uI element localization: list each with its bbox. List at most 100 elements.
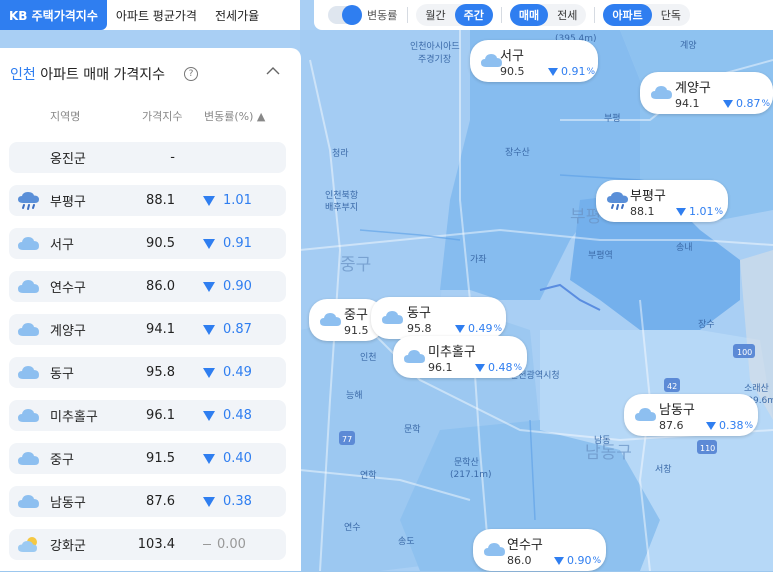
trade-sale-button[interactable]: 매매 [509, 4, 549, 26]
marker-region-name: 부평구 [630, 189, 666, 204]
road-shield-110: 110 [700, 444, 715, 453]
map-label-stadium: 주경기장 [418, 53, 451, 65]
top-tabs: KB 주택가격지수 아파트 평균가격 전세가율 [0, 0, 300, 30]
percent-sign: % [586, 66, 596, 77]
map-label-incheon: 인천 [360, 352, 377, 363]
marker-index: 87.6 [659, 419, 684, 432]
marker-index: 96.1 [428, 361, 453, 374]
marker-change: 0.48% [475, 361, 522, 374]
marker-region-name: 계양구 [675, 81, 711, 96]
map-label-asiad: 인천아시아드 [410, 41, 460, 52]
region-name: 연수구 [50, 281, 86, 296]
trade-jeonse-button[interactable]: 전세 [548, 4, 586, 26]
down-triangle-icon [554, 556, 564, 565]
table-row[interactable]: 연수구 86.0 0.90 [9, 271, 286, 302]
map-label-bupyeong-st: 부평역 [588, 250, 613, 261]
table-row[interactable]: 동구 95.8 0.49 [9, 357, 286, 388]
down-triangle-icon [455, 324, 465, 333]
map-marker[interactable]: 연수구 86.0 0.90% [473, 529, 606, 571]
map-label-north-port2: 배후부지 [325, 202, 358, 213]
map-marker[interactable]: 남동구 87.6 0.38% [624, 394, 758, 436]
region-name: 계양구 [50, 324, 86, 339]
map-marker[interactable]: 서구 90.5 0.91% [470, 40, 598, 82]
percent-sign: % [744, 420, 754, 431]
marker-change-number: 0.87 [736, 97, 761, 110]
price-index: 103.4 [137, 537, 175, 552]
change-value: 0.40 [203, 451, 252, 466]
price-index: 90.5 [146, 236, 175, 251]
map-label-junggu: 중구 [340, 255, 371, 275]
divider [500, 7, 502, 23]
panel-region[interactable]: 인천 [10, 67, 36, 83]
percent-sign: % [592, 555, 602, 566]
chevron-up-icon[interactable] [266, 66, 280, 76]
marker-region-name: 연수구 [507, 538, 543, 553]
toggle-label: 변동률 [367, 9, 398, 22]
map-marker[interactable]: 동구 95.8 0.49% [371, 297, 506, 339]
region-name: 옹진군 [50, 152, 86, 167]
price-index: 94.1 [146, 322, 175, 337]
col-region: 지역명 [50, 110, 81, 123]
change-number: 0.00 [217, 537, 246, 552]
table-row[interactable]: 미추홀구 96.1 0.48 [9, 400, 286, 431]
table-row[interactable]: 부평구 88.1 1.01 [9, 185, 286, 216]
sun-cloud-icon [17, 535, 41, 555]
down-triangle-icon [475, 363, 485, 372]
period-weekly-button[interactable]: 주간 [454, 4, 493, 26]
change-number: 0.38 [223, 494, 252, 509]
down-triangle-icon [203, 324, 215, 335]
down-triangle-icon [203, 453, 215, 464]
change-rate-toggle[interactable]: 변동률 [328, 5, 398, 25]
map-marker[interactable]: 미추홀구 96.1 0.48% [393, 336, 527, 378]
change-number: 0.91 [223, 236, 252, 251]
tab-jeonse-rate[interactable]: 전세가율 [206, 0, 268, 30]
help-icon[interactable]: ? [184, 67, 198, 81]
price-index: 88.1 [146, 193, 175, 208]
table-row[interactable]: 남동구 87.6 0.38 [9, 486, 286, 517]
cloud-icon [402, 347, 428, 367]
type-apartment-button[interactable]: 아파트 [603, 4, 652, 26]
marker-index: 86.0 [507, 554, 532, 567]
type-detached-button[interactable]: 단독 [652, 4, 690, 26]
table-row[interactable]: 강화군 103.4 0.00 [9, 529, 286, 560]
tab-kb-index[interactable]: KB 주택가격지수 [0, 0, 107, 30]
map-marker[interactable]: 부평구 88.1 1.01% [596, 180, 728, 222]
change-value: 0.48 [203, 408, 252, 423]
tab-apt-avg-price[interactable]: 아파트 평균가격 [107, 0, 206, 30]
map-marker[interactable]: 계양구 94.1 0.87% [640, 72, 773, 114]
region-list: 옹진군 - 부평구 88.1 1.01 서구 90.5 0.91 연수구 86.… [9, 142, 286, 572]
change-number: 0.49 [223, 365, 252, 380]
map-label-yeonhak: 연학 [360, 470, 377, 481]
marker-change: 0.91% [548, 65, 595, 78]
table-row[interactable]: 계양구 94.1 0.87 [9, 314, 286, 345]
trade-segment: 매매 전세 [509, 4, 587, 26]
cloud-icon [17, 406, 41, 426]
map-label-munhak-ic: 문학 [404, 424, 421, 435]
percent-sign: % [493, 323, 503, 334]
down-triangle-icon [706, 421, 716, 430]
table-row[interactable]: 옹진군 - [9, 142, 286, 173]
marker-change-number: 0.49 [468, 322, 493, 335]
marker-change-number: 0.38 [719, 419, 744, 432]
toggle-track[interactable] [328, 5, 362, 25]
road-shield-42: 42 [667, 382, 677, 391]
region-name: 중구 [50, 453, 74, 468]
panel-title: 인천 아파트 매매 가격지수 [10, 64, 165, 84]
marker-change-number: 0.48 [488, 361, 513, 374]
table-row[interactable]: 서구 90.5 0.91 [9, 228, 286, 259]
cloud-icon [380, 308, 406, 328]
marker-index: 94.1 [675, 97, 700, 110]
marker-region-name: 서구 [500, 49, 524, 64]
rain-cloud-icon [605, 191, 631, 211]
rain-cloud-icon [17, 191, 41, 211]
period-monthly-button[interactable]: 월간 [416, 4, 454, 26]
change-number: 1.01 [223, 193, 252, 208]
col-change[interactable]: 변동률(%) ▲ [204, 108, 265, 124]
divider [594, 7, 596, 23]
price-index: - [170, 150, 175, 165]
toggle-knob[interactable] [342, 5, 362, 25]
table-row[interactable]: 중구 91.5 0.40 [9, 443, 286, 474]
change-number: 0.90 [223, 279, 252, 294]
marker-change: 0.38% [706, 419, 753, 432]
marker-index: 95.8 [407, 322, 432, 335]
